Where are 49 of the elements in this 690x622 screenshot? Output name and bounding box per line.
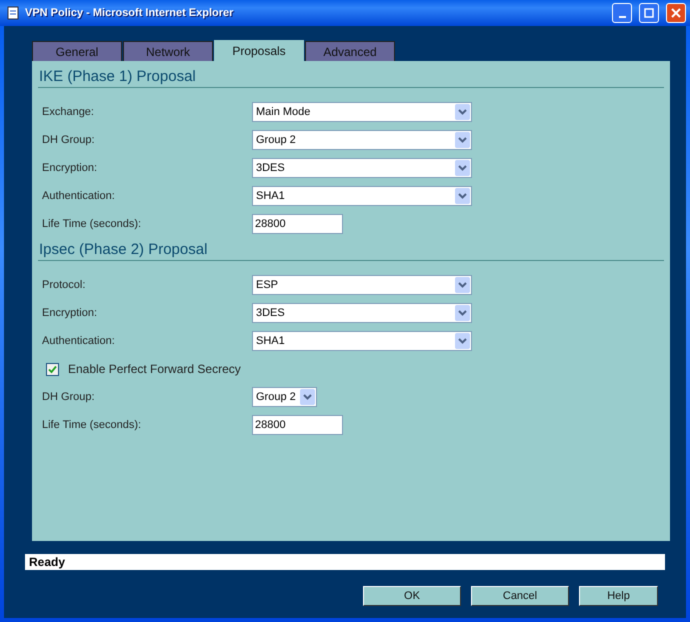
dropdown[interactable]: 3DES [252,303,472,323]
tab[interactable]: Network [123,41,213,61]
caret-icon [458,109,467,115]
tab[interactable]: Advanced [305,41,395,61]
field-label: Authentication: [41,335,116,347]
field-label: Life Time (seconds): [41,218,142,230]
field-label: Life Time (seconds): [41,419,142,431]
maximize-button[interactable] [639,3,659,23]
minimize-icon [618,16,626,18]
dialog-button[interactable]: Help [579,586,658,606]
caret-icon [303,394,312,400]
caret-icon [458,137,467,143]
input-field[interactable]: 28800 [252,415,343,435]
dropdown[interactable]: 3DES [252,158,472,178]
section-heading: Ipsec (Phase 2) Proposal [38,240,664,261]
caret-icon [458,310,467,316]
field-label: Protocol: [41,279,86,291]
field-label: Encryption: [41,162,98,174]
field-label: DH Group: [41,391,96,403]
checkmark-icon [48,364,57,374]
input-field[interactable]: 28800 [252,214,343,234]
dialog-button[interactable]: OK [363,586,461,606]
caret-icon [458,282,467,288]
field-label: Authentication: [41,190,116,202]
checkbox-label: Enable Perfect Forward Secrecy [68,362,241,376]
dropdown[interactable]: ESP [252,275,472,295]
status-bar: Ready [25,554,665,570]
dialog-button[interactable]: Cancel [471,586,569,606]
field-label: Exchange: [41,106,95,118]
dropdown[interactable]: SHA1 [252,186,472,206]
dropdown[interactable]: Main Mode [252,102,472,122]
field-label: DH Group: [41,134,96,146]
dropdown[interactable]: Group 2 [252,387,317,407]
close-button[interactable] [666,3,686,23]
tab[interactable]: Proposals [214,40,304,61]
caret-icon [458,165,467,171]
maximize-icon [644,8,654,18]
browser-window-icon [6,6,20,20]
window-title: VPN Policy - Microsoft Internet Explorer [25,7,234,19]
tab[interactable]: General [32,41,122,61]
caret-icon [458,193,467,199]
caret-icon [458,338,467,344]
dropdown[interactable]: SHA1 [252,331,472,351]
checkbox[interactable] [46,362,59,376]
close-icon [671,8,681,18]
dropdown[interactable]: Group 2 [252,130,472,150]
minimize-button[interactable] [612,3,632,23]
section-heading: IKE (Phase 1) Proposal [38,67,664,88]
field-label: Encryption: [41,307,98,319]
